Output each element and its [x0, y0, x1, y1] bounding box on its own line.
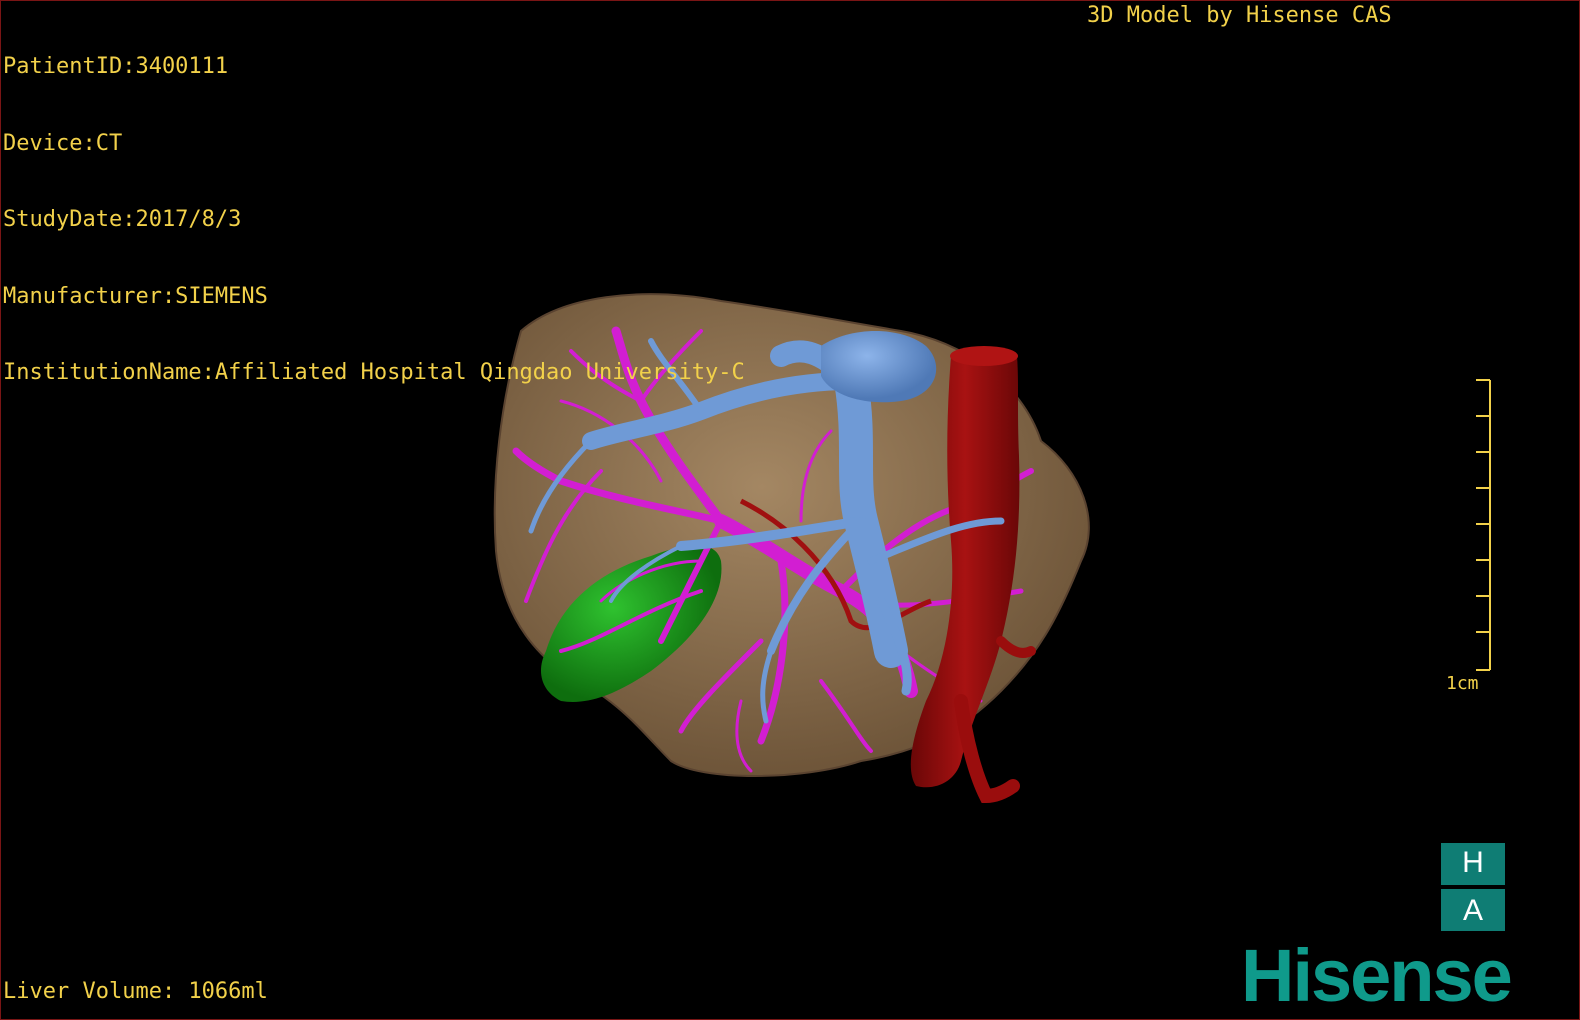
orientation-cube[interactable]: H A	[1441, 843, 1505, 931]
device-text: Device:CT	[3, 130, 123, 156]
institution-text: InstitutionName:Affiliated Hospital Qing…	[3, 360, 745, 385]
study-date-text: StudyDate:2017/8/3	[3, 207, 242, 232]
study-info-overlay: PatientID:3400111 Device:CT StudyDate:20…	[3, 3, 745, 437]
scale-bar	[1476, 379, 1491, 671]
hisense-logo: Hisense	[1241, 934, 1513, 1017]
portal-vein-confluence	[821, 331, 937, 403]
liver-volume-text: Liver Volume: 1066ml	[3, 979, 268, 1004]
orientation-top-label: H	[1462, 845, 1484, 879]
orientation-bottom-label: A	[1462, 894, 1483, 928]
orientation-divider	[1441, 884, 1505, 889]
model-credit-text: 3D Model by Hisense CAS	[1087, 3, 1392, 28]
scale-bar-label: 1cm	[1446, 673, 1479, 694]
3d-viewport[interactable]: PatientID:3400111 Device:CT StudyDate:20…	[0, 0, 1580, 1020]
manufacturer-text: Manufacturer:SIEMENS	[3, 283, 268, 309]
patient-id-text: PatientID:3400111	[3, 54, 229, 79]
